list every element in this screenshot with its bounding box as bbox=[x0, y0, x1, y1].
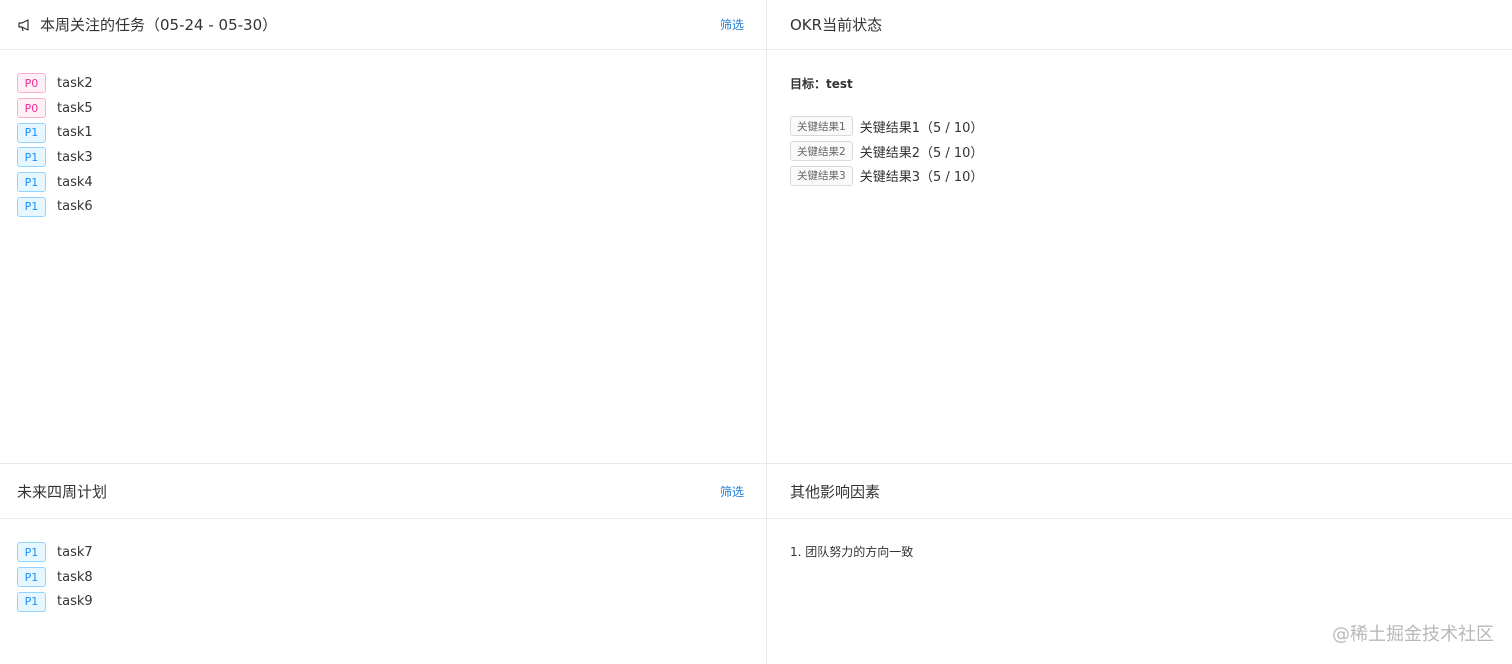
priority-badge: P0 bbox=[17, 98, 46, 119]
task-item[interactable]: P0 task2 bbox=[17, 71, 749, 96]
priority-badge: P1 bbox=[17, 542, 46, 563]
task-name: task7 bbox=[57, 544, 93, 560]
task-name: task9 bbox=[57, 594, 93, 610]
task-name: task8 bbox=[57, 569, 93, 585]
task-item[interactable]: P1 task6 bbox=[17, 194, 749, 219]
key-result-item: 关键结果2 关键结果2（5 / 10） bbox=[790, 139, 1489, 164]
priority-badge: P1 bbox=[17, 147, 46, 168]
task-item[interactable]: P1 task9 bbox=[17, 589, 749, 614]
task-name: task2 bbox=[57, 75, 93, 91]
key-result-text: 关键结果2（5 / 10） bbox=[859, 145, 984, 161]
task-name: task1 bbox=[57, 125, 93, 141]
task-list: P0 task2 P0 task5 P1 task1 P1 task3 P1 task4 P1 tas… bbox=[0, 50, 766, 219]
task-list: P1 task7 P1 task8 P1 task9 bbox=[0, 519, 766, 614]
task-name: task3 bbox=[57, 149, 93, 165]
priority-badge: P1 bbox=[17, 122, 46, 143]
panel-title: 本周关注的任务（05-24 - 05-30） bbox=[40, 16, 278, 34]
panel-header: 未来四周计划 筛选 bbox=[0, 464, 766, 519]
factor-item: 1. 团队努力的方向一致 bbox=[790, 545, 914, 559]
weekly-tasks-panel: 本周关注的任务（05-24 - 05-30） 筛选 P0 task2 P0 task5… bbox=[0, 0, 767, 464]
task-name: task4 bbox=[57, 174, 93, 190]
okr-content: 目标：test 关键结果1 关键结果1（5 / 10） 关键结果2 关键结果2（5 /… bbox=[767, 50, 1512, 188]
panel-header: 本周关注的任务（05-24 - 05-30） 筛选 bbox=[0, 0, 766, 50]
key-result-item: 关键结果1 关键结果1（5 / 10） bbox=[790, 114, 1489, 139]
priority-badge: P1 bbox=[17, 196, 46, 217]
okr-goal: 目标：test bbox=[790, 77, 853, 91]
panel-header: OKR当前状态 bbox=[767, 0, 1512, 50]
key-result-text: 关键结果3（5 / 10） bbox=[859, 170, 984, 186]
panel-header: 其他影响因素 bbox=[767, 464, 1512, 519]
panel-title: 未来四周计划 bbox=[17, 482, 108, 501]
task-item[interactable]: P1 task8 bbox=[17, 565, 749, 590]
filter-button[interactable]: 筛选 bbox=[720, 16, 744, 33]
task-name: task6 bbox=[57, 199, 93, 215]
factor-list: 1. 团队努力的方向一致 bbox=[767, 519, 1512, 560]
megaphone-icon bbox=[17, 17, 33, 33]
priority-badge: P1 bbox=[17, 172, 46, 193]
key-result-tag: 关键结果2 bbox=[790, 141, 853, 162]
task-item[interactable]: P1 task1 bbox=[17, 120, 749, 145]
key-result-list: 关键结果1 关键结果1（5 / 10） 关键结果2 关键结果2（5 / 10） 关键结果… bbox=[790, 114, 1489, 188]
key-result-tag: 关键结果3 bbox=[790, 165, 853, 186]
priority-badge: P0 bbox=[17, 73, 46, 94]
task-name: task5 bbox=[57, 100, 93, 116]
watermark: @稀土掘金技术社区 bbox=[1332, 624, 1494, 645]
task-item[interactable]: P0 task5 bbox=[17, 96, 749, 121]
future-plan-panel: 未来四周计划 筛选 P1 task7 P1 task8 P1 task9 bbox=[0, 464, 767, 664]
priority-badge: P1 bbox=[17, 567, 46, 588]
panel-title: OKR当前状态 bbox=[790, 16, 883, 34]
priority-badge: P1 bbox=[17, 591, 46, 612]
key-result-tag: 关键结果1 bbox=[790, 116, 853, 137]
task-item[interactable]: P1 task4 bbox=[17, 170, 749, 195]
task-item[interactable]: P1 task3 bbox=[17, 145, 749, 170]
key-result-text: 关键结果1（5 / 10） bbox=[859, 120, 984, 136]
okr-status-panel: OKR当前状态 目标：test 关键结果1 关键结果1（5 / 10） 关键结果2 关… bbox=[767, 0, 1512, 464]
filter-button[interactable]: 筛选 bbox=[720, 483, 744, 500]
panel-title: 其他影响因素 bbox=[790, 482, 881, 501]
key-result-item: 关键结果3 关键结果3（5 / 10） bbox=[790, 163, 1489, 188]
task-item[interactable]: P1 task7 bbox=[17, 540, 749, 565]
dashboard: 本周关注的任务（05-24 - 05-30） 筛选 P0 task2 P0 task5… bbox=[0, 0, 1512, 664]
